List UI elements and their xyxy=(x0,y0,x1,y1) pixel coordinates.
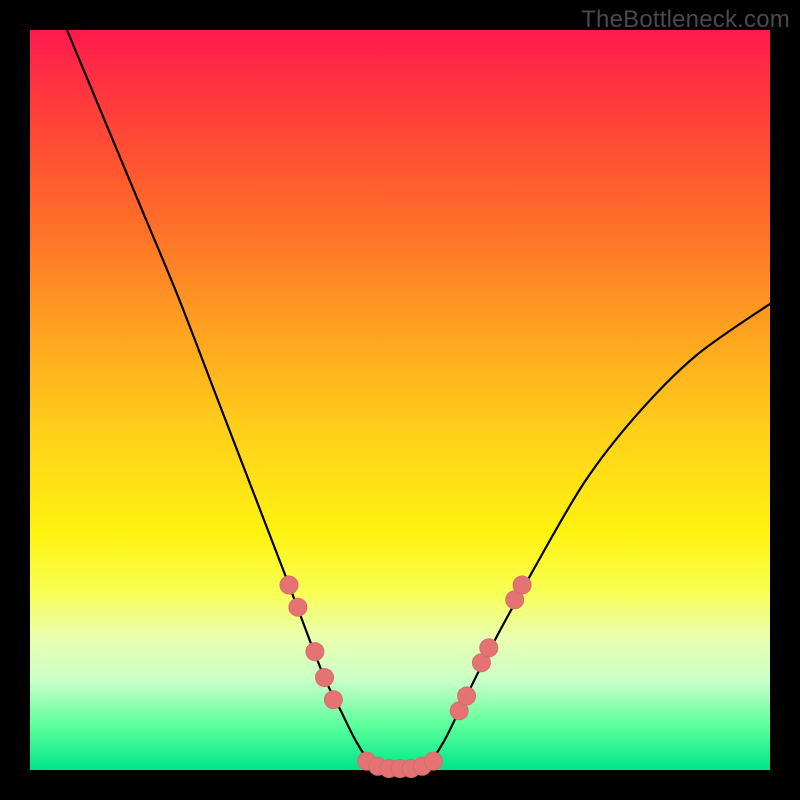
curve-marker xyxy=(513,576,531,594)
curve-markers-group xyxy=(280,576,531,778)
curve-marker xyxy=(306,643,324,661)
curve-marker xyxy=(280,576,298,594)
curve-marker xyxy=(458,687,476,705)
plot-area xyxy=(30,30,770,770)
curve-marker xyxy=(289,598,307,616)
curve-marker xyxy=(316,669,334,687)
chart-svg xyxy=(30,30,770,770)
curve-marker xyxy=(480,639,498,657)
bottleneck-curve-line xyxy=(67,30,770,771)
chart-frame: TheBottleneck.com xyxy=(0,0,800,800)
curve-marker xyxy=(324,691,342,709)
curve-marker xyxy=(424,752,442,770)
